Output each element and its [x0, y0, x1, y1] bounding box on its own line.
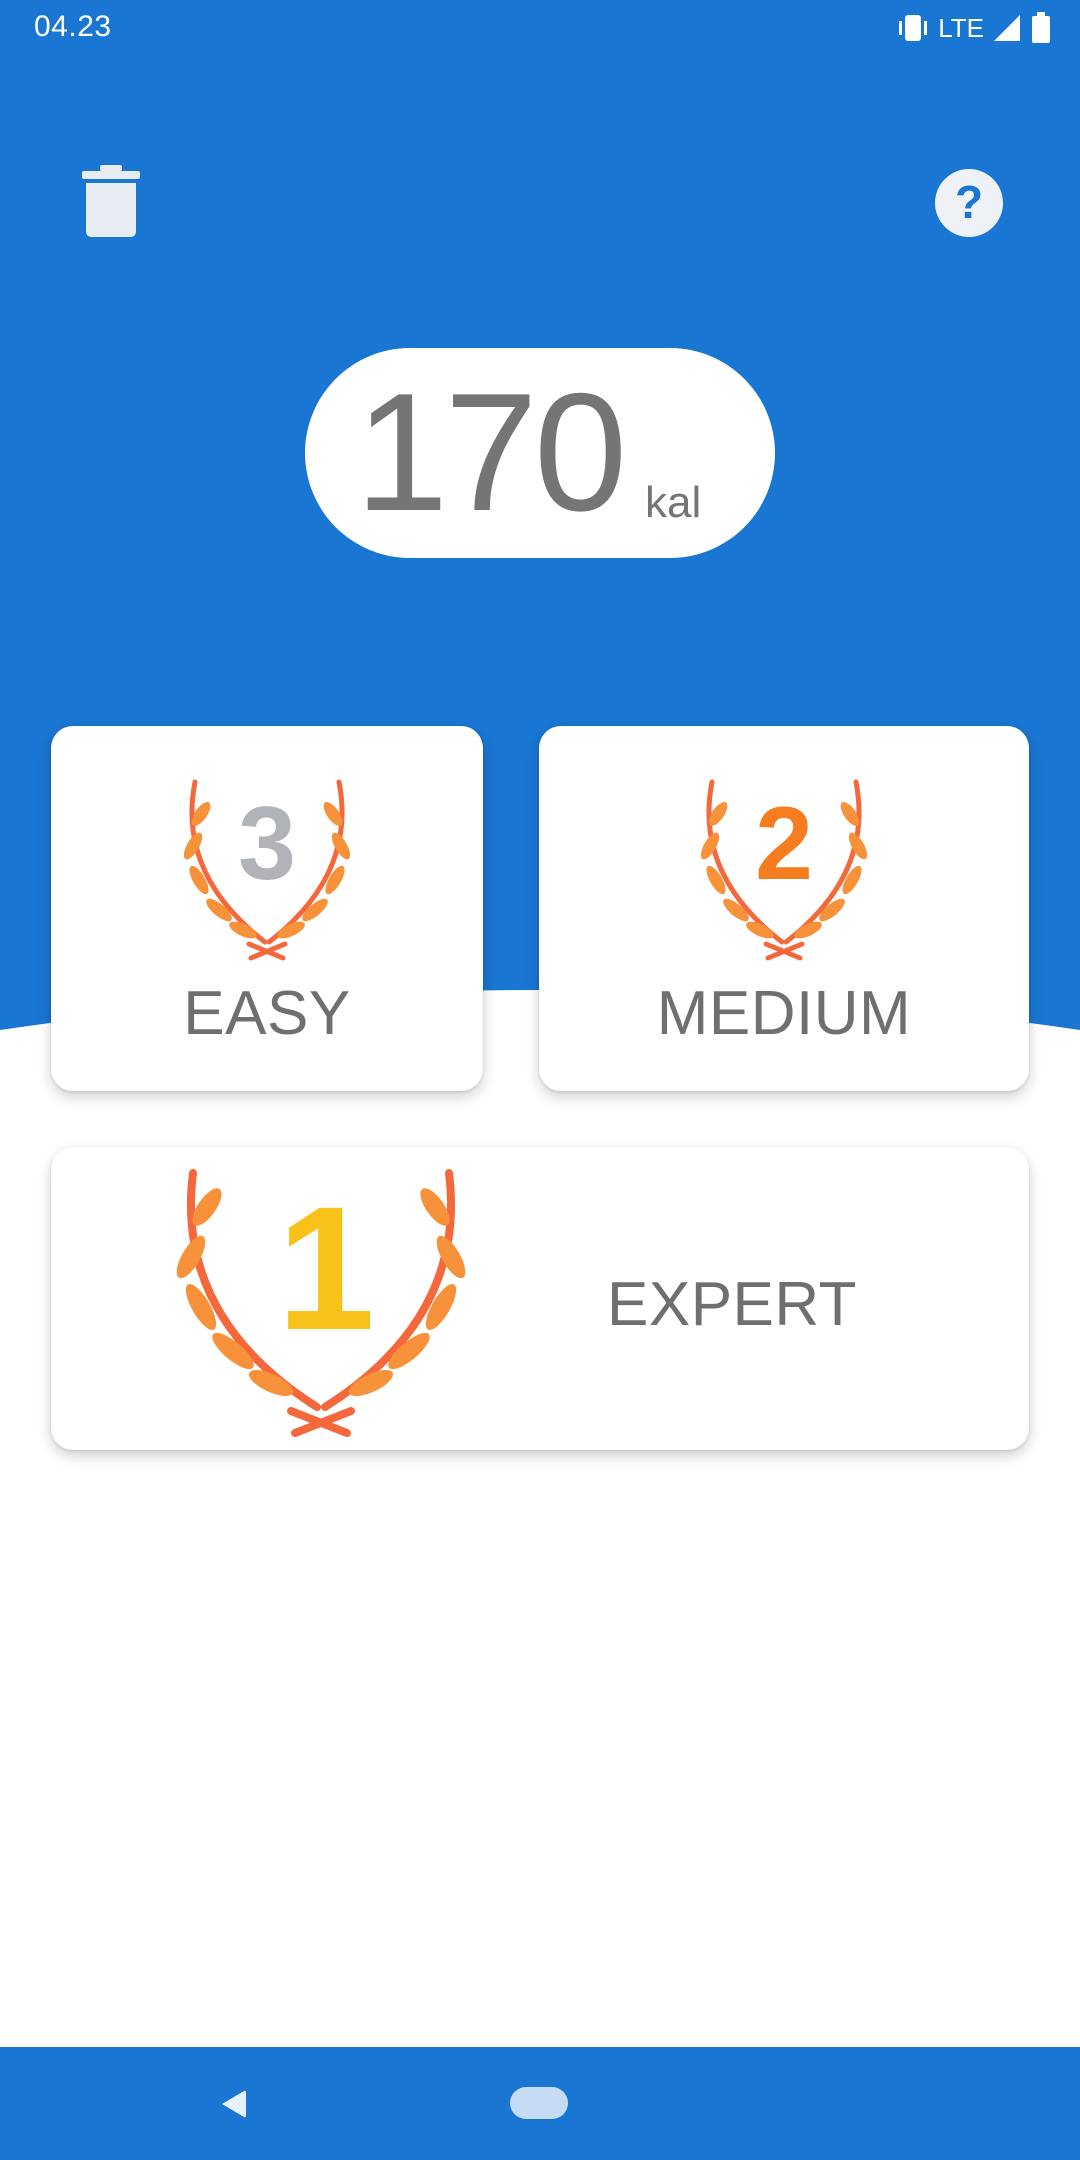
battery-icon: [1032, 12, 1050, 43]
level-rank: 3: [238, 786, 296, 902]
level-label-medium: MEDIUM: [656, 979, 912, 1048]
screen: 04.23 LTE ? 170 kal 3 EASY 2 MEDIUM 1 EX…: [0, 0, 1080, 2160]
status-icons: LTE: [896, 10, 1052, 46]
laurel-wreath-icon: 1: [176, 1169, 466, 1437]
delete-button[interactable]: [80, 165, 142, 237]
level-label-expert: EXPERT: [607, 1270, 857, 1339]
level-card-easy[interactable]: 3 EASY: [51, 726, 483, 1091]
navigation-bar: [0, 2047, 1080, 2160]
svg-text:?: ?: [955, 176, 983, 228]
vibrate-icon: [899, 15, 928, 41]
network-type: LTE: [938, 12, 984, 43]
trash-icon: [82, 165, 140, 237]
calories-display: 170 kal: [305, 348, 775, 558]
level-card-expert[interactable]: 1 EXPERT: [51, 1147, 1029, 1450]
help-icon: ?: [935, 169, 1003, 237]
laurel-wreath-icon: 2: [700, 779, 868, 961]
level-rank: 1: [277, 1171, 375, 1367]
laurel-wreath-icon: 3: [183, 779, 351, 961]
level-rank: 2: [755, 786, 813, 902]
back-icon[interactable]: [218, 2087, 248, 2121]
level-card-medium[interactable]: 2 MEDIUM: [539, 726, 1029, 1091]
status-time: 04.23: [34, 10, 112, 43]
calories-unit: kal: [645, 478, 702, 527]
level-label-easy: EASY: [183, 979, 351, 1048]
signal-icon: [994, 15, 1020, 41]
home-pill-icon[interactable]: [510, 2087, 568, 2119]
help-button[interactable]: ?: [934, 168, 1004, 238]
calories-value: 170: [355, 358, 627, 546]
status-bar: 04.23 LTE: [0, 0, 1080, 56]
